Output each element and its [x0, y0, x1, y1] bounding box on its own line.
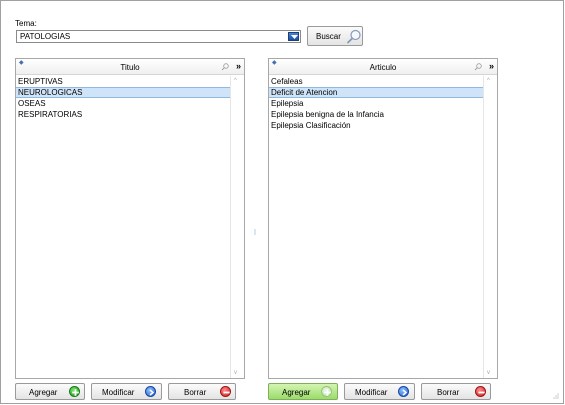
- plus-circle-icon: [321, 386, 332, 397]
- list-item[interactable]: RESPIRATORIAS: [16, 109, 230, 120]
- articulo-list-panel: ◆ Articulo » Cefaleas Deficit de Atencio…: [268, 58, 498, 379]
- scroll-up-icon[interactable]: ^: [487, 78, 490, 84]
- articulo-add-button[interactable]: Agregar: [268, 383, 338, 400]
- plus-circle-icon: [69, 386, 80, 397]
- list-item[interactable]: Cefaleas: [269, 76, 483, 87]
- arrow-circle-icon: [398, 386, 409, 397]
- scroll-up-icon[interactable]: ^: [234, 78, 237, 84]
- titulo-list-panel: ◆ Titulo » ERUPTIVAS NEUROLOGICAS OSEAS …: [15, 58, 245, 379]
- minus-circle-icon: [475, 386, 486, 397]
- list-item[interactable]: Epilepsia: [269, 98, 483, 109]
- delete-button-label: Borrar: [437, 388, 460, 397]
- minus-circle-icon: [220, 386, 231, 397]
- titulo-list: ERUPTIVAS NEUROLOGICAS OSEAS RESPIRATORI…: [16, 76, 230, 378]
- scroll-down-icon[interactable]: v: [487, 370, 490, 376]
- add-button-label: Agregar: [282, 388, 311, 397]
- arrow-circle-icon: [145, 386, 156, 397]
- chevron-down-icon[interactable]: [288, 32, 299, 41]
- titulo-add-button[interactable]: Agregar: [15, 383, 85, 400]
- filter-search-icon[interactable]: [474, 63, 482, 71]
- list-item[interactable]: ERUPTIVAS: [16, 76, 230, 87]
- list-item[interactable]: Epilepsia Clasificación: [269, 120, 483, 131]
- filter-search-icon[interactable]: [221, 63, 229, 71]
- more-columns-icon[interactable]: »: [236, 61, 241, 71]
- list-item-selected[interactable]: NEUROLOGICAS: [16, 87, 230, 98]
- panel-splitter[interactable]: [254, 229, 256, 235]
- articulo-scrollbar[interactable]: ^ v: [483, 76, 497, 378]
- scroll-down-icon[interactable]: v: [234, 370, 237, 376]
- titulo-column-header[interactable]: ◆ Titulo »: [16, 59, 244, 75]
- list-item-selected[interactable]: Deficit de Atencion: [269, 87, 483, 98]
- modify-button-label: Modificar: [355, 388, 388, 397]
- titulo-modify-button[interactable]: Modificar: [91, 383, 162, 400]
- modify-button-label: Modificar: [102, 388, 135, 397]
- tema-selected-value: PATOLOGIAS: [20, 32, 71, 41]
- articulo-delete-button[interactable]: Borrar: [421, 383, 491, 400]
- articulo-header-label: Articulo: [369, 63, 397, 72]
- add-button-label: Agregar: [29, 388, 58, 397]
- delete-button-label: Borrar: [184, 388, 207, 397]
- articulo-modify-button[interactable]: Modificar: [344, 383, 415, 400]
- buscar-button[interactable]: Buscar: [307, 26, 363, 46]
- resize-grip-icon[interactable]: [553, 393, 559, 399]
- list-item[interactable]: Epilepsia benigna de la Infancia: [269, 109, 483, 120]
- titulo-scrollbar[interactable]: ^ v: [230, 76, 244, 378]
- articulo-list: Cefaleas Deficit de Atencion Epilepsia E…: [269, 76, 483, 378]
- list-item[interactable]: OSEAS: [16, 98, 230, 109]
- tema-label: Tema:: [15, 19, 37, 28]
- buscar-button-label: Buscar: [316, 32, 341, 41]
- more-columns-icon[interactable]: »: [489, 61, 494, 71]
- main-window: Tema: PATOLOGIAS Buscar ◆ Titulo » ERUPT…: [0, 0, 564, 404]
- magnifier-icon: [347, 29, 361, 44]
- articulo-column-header[interactable]: ◆ Articulo »: [269, 59, 497, 75]
- tema-dropdown[interactable]: PATOLOGIAS: [16, 30, 301, 43]
- titulo-header-label: Titulo: [120, 63, 140, 72]
- titulo-delete-button[interactable]: Borrar: [168, 383, 236, 400]
